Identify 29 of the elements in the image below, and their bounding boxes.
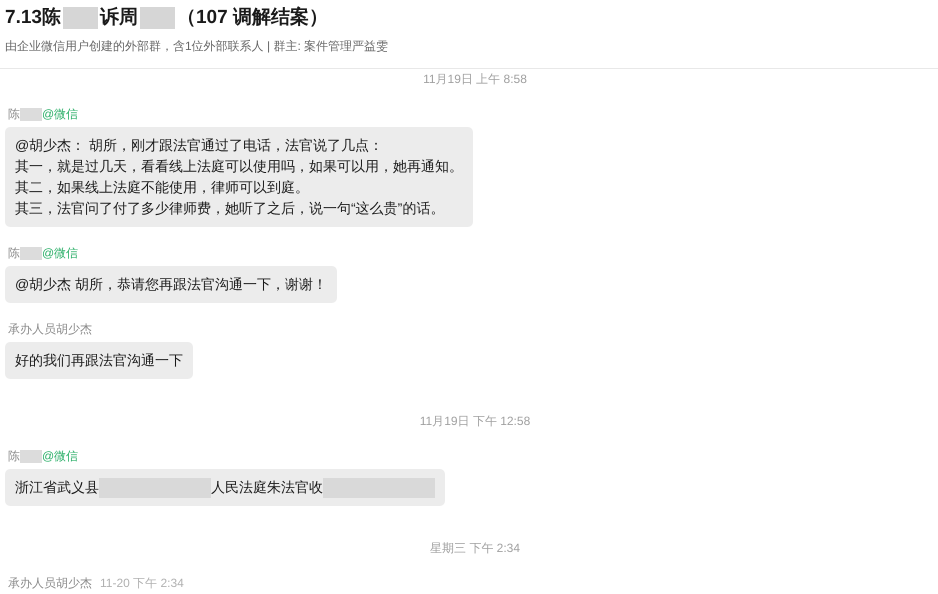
- sender-name: 承办人员胡少杰: [8, 321, 92, 338]
- message-text: 其二，如果线上法庭不能使用，律师可以到庭。: [15, 178, 309, 197]
- wechat-tag: @微信: [42, 447, 78, 465]
- redaction-block: [20, 108, 42, 120]
- date-divider: 11月19日 上午 8:58: [423, 71, 527, 88]
- wechat-tag: @微信: [42, 105, 78, 123]
- date-divider: 11月19日 下午 12:58: [420, 413, 530, 430]
- redaction-block: [140, 7, 175, 29]
- wechat-tag: @微信: [42, 244, 78, 262]
- sender-name: 陈: [8, 448, 20, 465]
- redaction-block: [20, 246, 42, 260]
- message-text: 浙江省武义县: [15, 478, 99, 497]
- redaction-block: [20, 450, 42, 462]
- redaction-block: [62, 7, 98, 29]
- message-text: 人民法庭朱法官收: [211, 478, 323, 497]
- chat-title: 诉周: [100, 6, 138, 30]
- message-text: @胡少杰： 胡所，刚才跟法官通过了电话，法官说了几点：: [15, 136, 384, 155]
- sender-name: 陈: [8, 245, 20, 262]
- chat-title: （107 调解结案）: [176, 5, 328, 30]
- chat-subtitle: 由企业微信用户创建的外部群，含1位外部联系人 | 群主: 案件管理严益雯: [5, 38, 390, 55]
- sender-name: 陈: [8, 106, 20, 123]
- chat-title: 7.13陈: [5, 6, 61, 30]
- message-time: 11-20 下午 2:34: [100, 575, 184, 592]
- message-text: 其一，就是过几天，看看线上法庭可以使用吗，如果可以用，她再通知。: [15, 157, 463, 176]
- date-divider: 星期三 下午 2:34: [430, 540, 520, 557]
- sender-name: 承办人员胡少杰: [8, 575, 92, 592]
- message-text: @胡少杰 胡所，恭请您再跟法官沟通一下，谢谢！: [15, 275, 328, 294]
- message-text: 好的我们再跟法官沟通一下: [15, 351, 183, 370]
- message-text: 其三，法官问了付了多少律师费，她听了之后，说一句“这么贵”的话。: [15, 199, 444, 218]
